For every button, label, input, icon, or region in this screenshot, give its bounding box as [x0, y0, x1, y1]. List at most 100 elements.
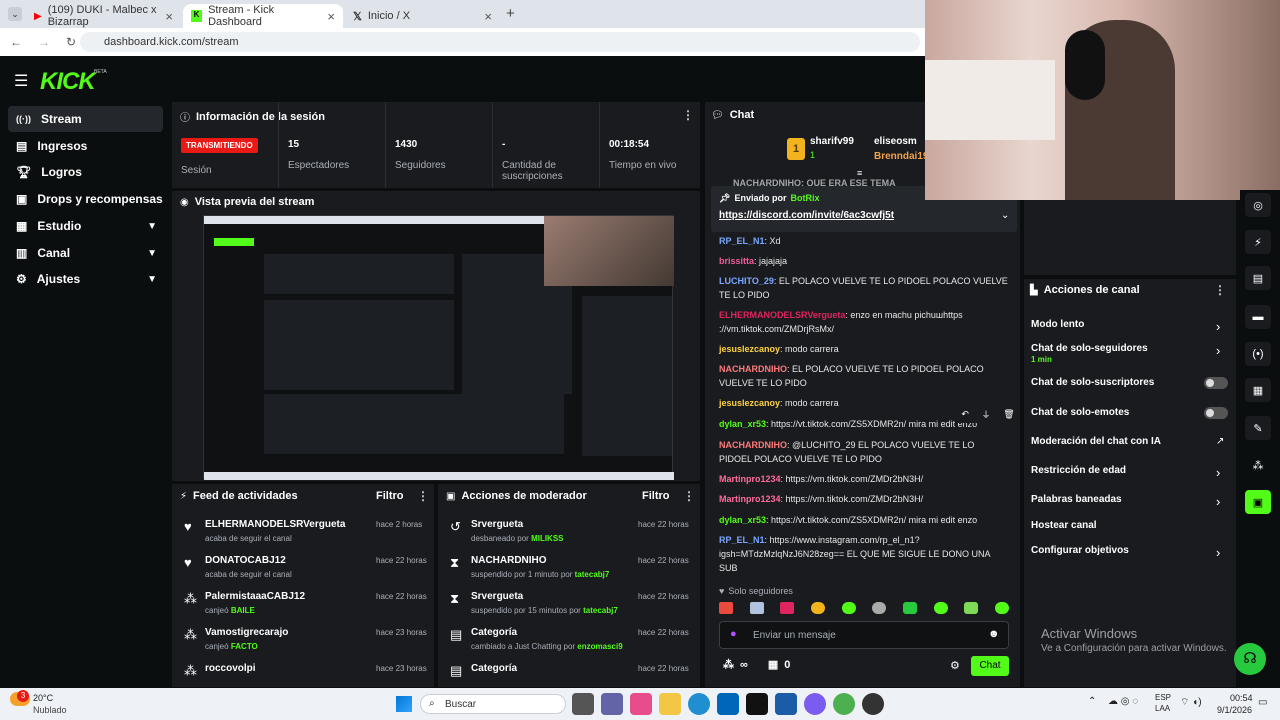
layout-icon[interactable]: ▦	[1245, 378, 1271, 402]
channel-action-item[interactable]: Chat de solo-emotes	[1031, 407, 1231, 433]
close-tab-icon[interactable]: ×	[165, 9, 173, 24]
network-volume-icon[interactable]: ⌔ ◖)	[1180, 696, 1202, 709]
notifications-icon[interactable]: ▭	[1258, 697, 1267, 708]
channel-action-item[interactable]: Palabras baneadas ›	[1031, 494, 1231, 520]
support-headset-icon[interactable]: ☊	[1234, 643, 1266, 675]
close-tab-icon[interactable]: ×	[484, 9, 492, 24]
microphone-icon[interactable]: ●	[730, 628, 737, 640]
tray-apps-icon[interactable]: ☁ ◎ ◌	[1108, 696, 1138, 707]
chat-settings-icon[interactable]: ⚙	[950, 659, 960, 672]
wrench-icon[interactable]: ✎	[1245, 416, 1271, 440]
sidebar-item-canal[interactable]: ▥ Canal ▼	[8, 240, 163, 266]
chat-message[interactable]: LUCHITO_29: EL POLACO VUELVE TE LO PIDOE…	[719, 274, 1009, 302]
collapse-leaderboard-icon[interactable]: ≡	[857, 168, 862, 178]
emote-icon[interactable]	[994, 602, 1009, 614]
channel-action-item[interactable]: Chat de solo-seguidores 1 min ›	[1031, 343, 1231, 369]
activity-user[interactable]: DONATOCABJ12	[205, 555, 286, 566]
url-field[interactable]: dashboard.kick.com/stream	[80, 32, 920, 52]
more-options-icon[interactable]: ⋮	[1214, 283, 1226, 297]
chat-username[interactable]: NACHARDNIHO	[719, 440, 787, 450]
sidebar-item-ajustes[interactable]: ⚙ Ajustes ▼	[8, 266, 163, 292]
store-icon[interactable]	[717, 693, 739, 715]
pinned-link[interactable]: https://discord.com/invite/6ac3cwfj5t	[719, 210, 894, 221]
kick-logo[interactable]: KICK	[40, 68, 96, 96]
sidebar-item-drops[interactable]: ▣ Drops y recompensas	[8, 186, 163, 212]
leader-name[interactable]: sharifv99	[810, 136, 854, 147]
gift-icon[interactable]: ▦	[768, 658, 778, 671]
chat-username[interactable]: dylan_xr53	[719, 515, 766, 525]
more-options-icon[interactable]: ⋮	[417, 489, 429, 503]
lightning-icon[interactable]: ⚡︎	[1245, 230, 1271, 254]
kick-points-icon[interactable]: ⁂	[1245, 453, 1271, 477]
emote-icon[interactable]	[719, 602, 733, 614]
forward-icon[interactable]: →	[38, 35, 50, 49]
browser-tab-youtube[interactable]: ▶ (109) DUKI - Malbec x Bizarrap ×	[26, 4, 181, 28]
sidebar-item-logros[interactable]: 🏆︎ Logros	[8, 159, 163, 185]
chat-username[interactable]: RP_EL_N1	[719, 535, 765, 545]
chat-username[interactable]: Martinpro1234	[719, 494, 781, 504]
pin-icon[interactable]: ⏚	[982, 408, 991, 421]
chat-username[interactable]: brissitta	[719, 256, 754, 266]
emote-icon[interactable]	[810, 602, 825, 614]
emote-icon[interactable]	[872, 602, 887, 614]
browser-tab-kick[interactable]: K Stream - Kick Dashboard ×	[183, 4, 343, 28]
channel-action-item[interactable]: Restricción de edad ›	[1031, 465, 1231, 491]
send-chat-button[interactable]: Chat	[971, 656, 1009, 676]
chat-message[interactable]: Martinpro1234: https://vm.tiktok.com/ZMD…	[719, 472, 1009, 486]
chat-username[interactable]: jesuslezcanoy	[719, 398, 780, 408]
channel-action-item[interactable]: Chat de solo-suscriptores	[1031, 377, 1231, 403]
emote-icon[interactable]	[841, 602, 856, 614]
clock-time[interactable]: 00:54	[1230, 693, 1253, 703]
windows-start-icon[interactable]	[396, 696, 412, 712]
chat-message[interactable]: RP_EL_N1: https://www.instagram.com/rp_e…	[719, 533, 1009, 575]
tiktok-icon[interactable]	[746, 693, 768, 715]
chat-icon[interactable]: ▬	[1245, 305, 1271, 329]
channel-action-item[interactable]: Modo lento ›	[1031, 319, 1231, 345]
activity-row[interactable]: ⁂ roccovolpi hace 23 horas	[172, 658, 434, 687]
channel-action-item[interactable]: Hostear canal	[1031, 520, 1231, 546]
chat-username[interactable]: jesuslezcanoy	[719, 344, 780, 354]
emote-icon[interactable]	[780, 602, 795, 614]
teams-icon[interactable]	[601, 693, 623, 715]
mod-user[interactable]: Srvergueta	[471, 519, 523, 530]
activity-user[interactable]: ELHERMANODELSRVergueta	[205, 519, 345, 530]
reply-icon[interactable]: ↶	[961, 409, 969, 420]
tab-list-icon[interactable]: ⌄	[8, 7, 22, 21]
chat-username[interactable]: NACHARDNIHO	[719, 364, 787, 374]
activity-row[interactable]: ⁂ PalermistaaaCABJ12 hace 22 horas canje…	[172, 586, 434, 620]
emote-icon[interactable]	[933, 602, 948, 614]
broadcast-icon[interactable]: (•)	[1245, 342, 1271, 366]
emoji-icon[interactable]: ☻	[988, 628, 1000, 640]
close-tab-icon[interactable]: ×	[327, 9, 335, 24]
mod-row[interactable]: ▤ Categoría hace 22 horas cambiado a Jus…	[438, 622, 700, 656]
chevron-down-icon[interactable]: ⌄	[1001, 210, 1009, 221]
browser-tab-x[interactable]: 𝕏 Inicio / X ×	[345, 4, 500, 28]
tray-chevron-icon[interactable]: ⌃	[1088, 696, 1096, 707]
mod-row[interactable]: ⧗ NACHARDNIHO hace 22 horas suspendido p…	[438, 550, 700, 584]
channel-action-item[interactable]: Configurar objetivos ›	[1031, 545, 1231, 571]
more-options-icon[interactable]: ⋮	[682, 108, 694, 122]
more-options-icon[interactable]: ⋮	[683, 489, 695, 503]
activity-user[interactable]: PalermistaaaCABJ12	[205, 591, 305, 602]
mod-user[interactable]: Srvergueta	[471, 591, 523, 602]
file-explorer-icon[interactable]	[659, 693, 681, 715]
leader-name[interactable]: eliseosm	[874, 136, 917, 147]
back-icon[interactable]: ←	[10, 35, 22, 49]
clock-date[interactable]: 9/1/2026	[1210, 705, 1252, 715]
edge-icon[interactable]	[688, 693, 710, 715]
chat-username[interactable]: LUCHITO_29	[719, 276, 774, 286]
chat-username[interactable]: dylan_xr53	[719, 419, 766, 429]
activity-row[interactable]: ⁂ Vamostigrecarajo hace 23 horas canjeó …	[172, 622, 434, 656]
activity-row[interactable]: ♥ DONATOCABJ12 hace 22 horas acaba de se…	[172, 550, 434, 584]
mod-filter-button[interactable]: Filtro	[642, 490, 670, 502]
copilot-icon[interactable]	[630, 693, 652, 715]
chat-input[interactable]: ● Enviar un mensaje ☻	[719, 621, 1009, 649]
chrome-icon[interactable]	[833, 693, 855, 715]
channel-action-item[interactable]: Moderación del chat con IA ↗	[1031, 436, 1231, 462]
chat-message[interactable]: NACHARDNIHO: EL POLACO VUELVE TE LO PIDO…	[719, 362, 1009, 390]
mod-user[interactable]: Categoría	[471, 663, 517, 674]
taskbar-search[interactable]: ⌕ Buscar	[420, 694, 566, 714]
emote-icon[interactable]	[749, 602, 764, 614]
stream-video[interactable]	[203, 215, 674, 480]
mod-user[interactable]: NACHARDNIHO	[471, 555, 547, 566]
